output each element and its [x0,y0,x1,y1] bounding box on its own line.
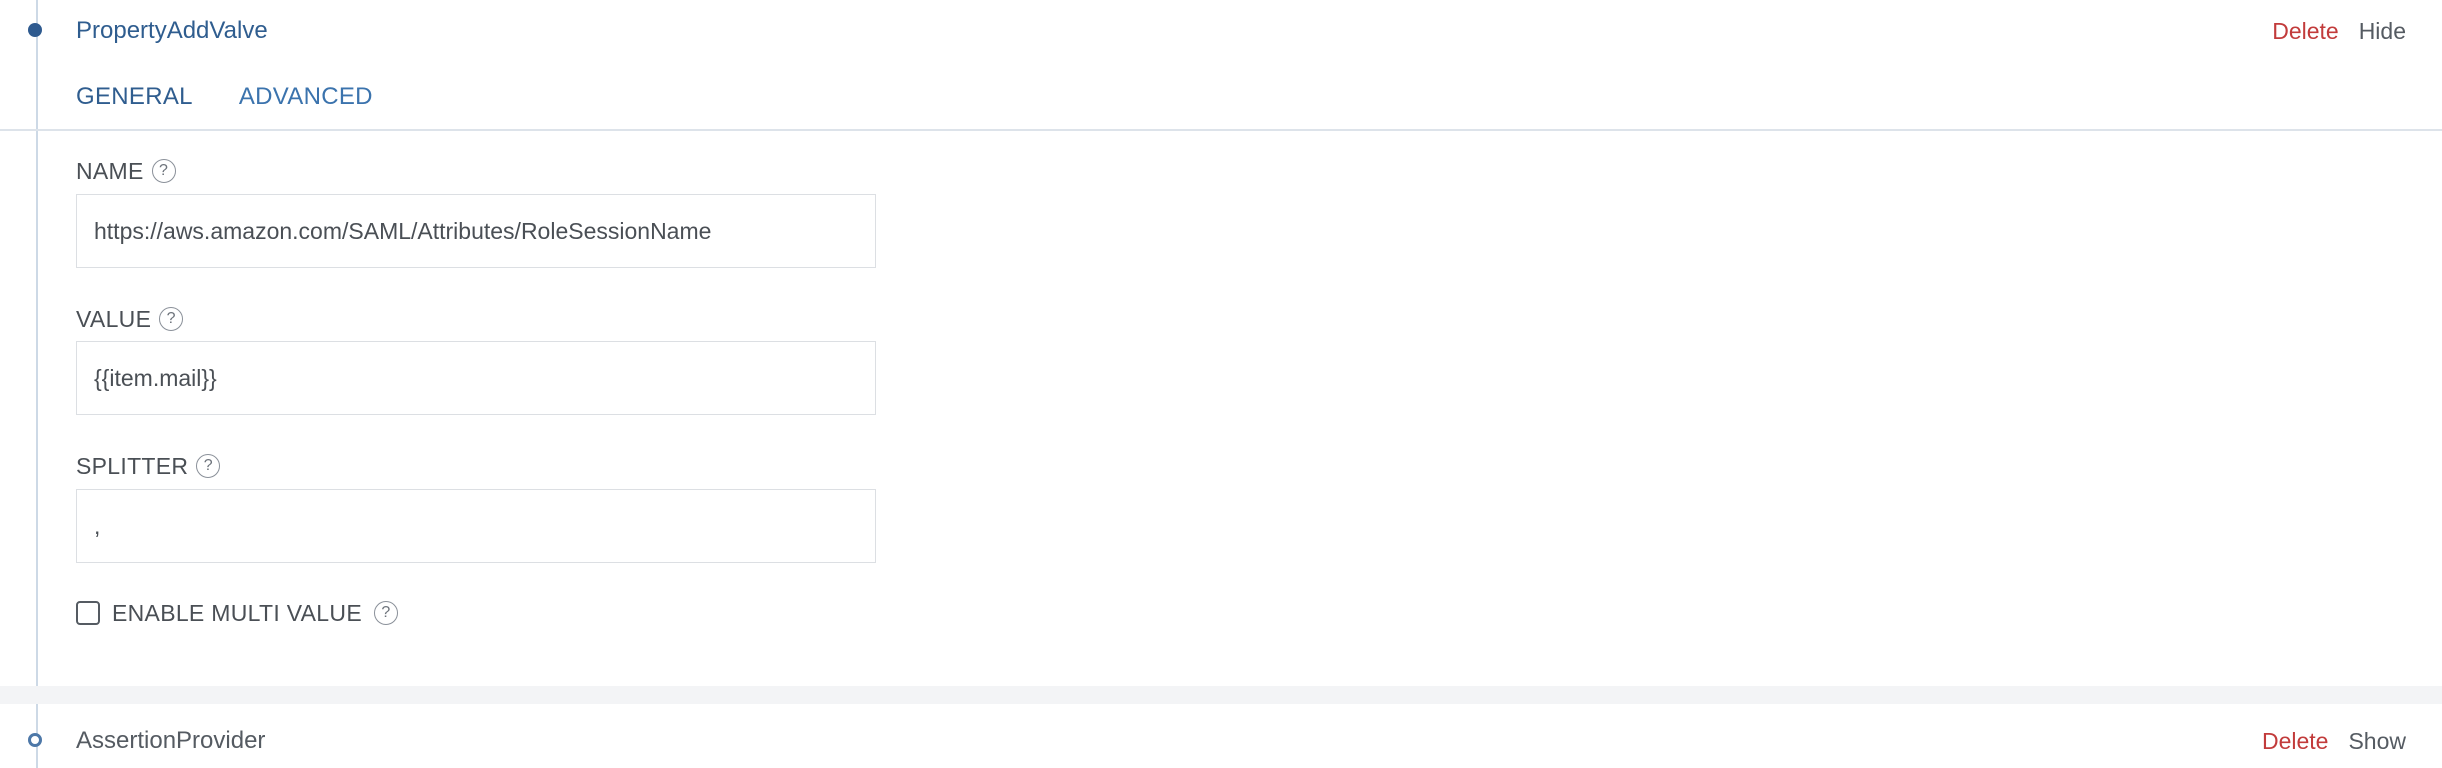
multi-value-checkbox[interactable] [76,601,100,625]
provider-title: AssertionProvider [76,727,266,754]
splitter-input[interactable] [76,489,876,563]
name-field-label: NAME ? [76,156,176,186]
valve-header-actions: Delete Hide [2272,14,2406,48]
multi-value-row: ENABLE MULTI VALUE ? [76,598,398,628]
tab-general[interactable]: GENERAL [76,80,193,114]
valve-title: PropertyAddValve [76,17,268,44]
value-help-icon[interactable]: ? [159,307,184,331]
timeline-line [36,0,38,768]
timeline-node-collapsed-icon [28,733,42,747]
delete-valve-button[interactable]: Delete [2272,14,2338,48]
valve-tabs: GENERAL ADVANCED [76,80,373,114]
splitter-help-icon[interactable]: ? [196,454,221,478]
delete-provider-button[interactable]: Delete [2262,724,2328,758]
tab-divider [0,129,2442,131]
value-input[interactable] [76,341,876,415]
hide-valve-button[interactable]: Hide [2359,14,2406,48]
show-provider-button[interactable]: Show [2348,724,2406,758]
name-input[interactable] [76,194,876,268]
multi-value-help-icon[interactable]: ? [373,601,398,625]
tab-advanced[interactable]: ADVANCED [239,80,373,114]
splitter-label-text: SPLITTER [76,453,189,479]
value-field-label: VALUE ? [76,304,184,334]
name-help-icon[interactable]: ? [151,159,176,183]
section-separator [0,686,2442,704]
value-label-text: VALUE [76,306,152,332]
provider-header-actions: Delete Show [2262,724,2406,758]
splitter-field-label: SPLITTER ? [76,451,221,481]
timeline-node-active-icon [28,23,42,37]
multi-value-label[interactable]: ENABLE MULTI VALUE [112,598,362,628]
name-label-text: NAME [76,158,144,184]
